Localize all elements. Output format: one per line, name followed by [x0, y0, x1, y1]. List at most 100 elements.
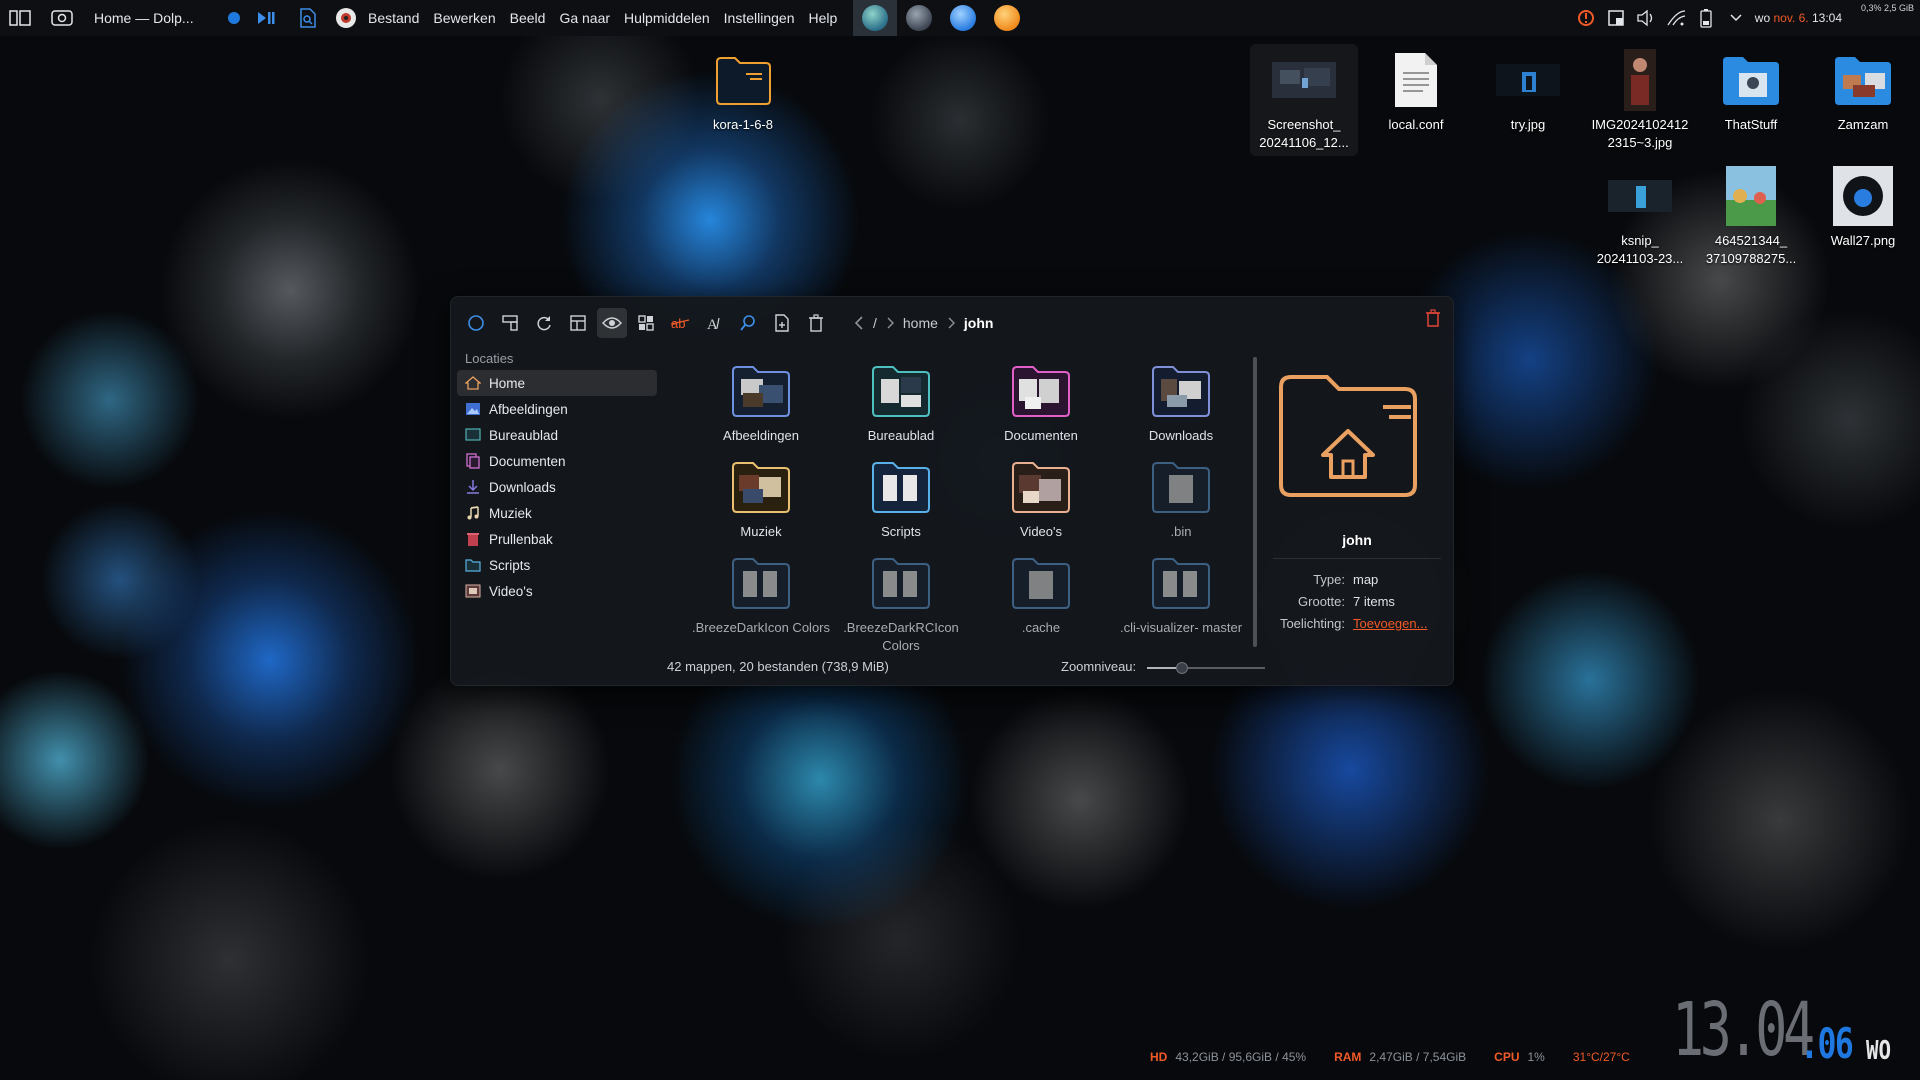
record-dot-icon[interactable] — [222, 6, 246, 30]
camera-app-icon[interactable] — [334, 6, 358, 30]
menu-ga-naar[interactable]: Ga naar — [559, 10, 610, 26]
delete-icon[interactable] — [801, 308, 831, 338]
sidebar-item-scripts[interactable]: Scripts — [457, 552, 657, 578]
sidebar-item-muziek[interactable]: Muziek — [457, 500, 657, 526]
search-document-icon[interactable] — [296, 6, 320, 30]
cpu-label: CPU — [1494, 1050, 1520, 1064]
task-dolphin-icon[interactable] — [853, 0, 898, 36]
show-hidden-eye-icon[interactable] — [597, 308, 627, 338]
desktop-icon[interactable]: ThatStuff — [1701, 48, 1801, 134]
file-item[interactable]: Bureaublad — [831, 363, 971, 445]
zoom-slider[interactable] — [1147, 662, 1265, 674]
reload-icon[interactable] — [529, 308, 559, 338]
ram-value: 2,47GiB / 7,54GiB — [1369, 1050, 1467, 1064]
digital-clock[interactable]: wo nov. 6. 13:04 — [1755, 11, 1842, 25]
clock-date: nov. 6. — [1773, 11, 1809, 25]
sidebar-item-prullenbak[interactable]: Prullenbak — [457, 526, 657, 552]
file-item[interactable]: .BreezeDarkIcon Colors — [691, 555, 831, 637]
font-icon[interactable]: A — [699, 308, 729, 338]
menu-beeld[interactable]: Beeld — [510, 10, 546, 26]
task-browser-icon[interactable] — [985, 0, 1029, 36]
icon-view-icon[interactable] — [631, 308, 661, 338]
menu-instellingen[interactable]: Instellingen — [724, 10, 795, 26]
network-icon[interactable] — [1665, 7, 1687, 29]
menu-hulpmiddelen[interactable]: Hulpmiddelen — [624, 10, 710, 26]
battery-icon[interactable] — [1695, 7, 1717, 29]
trash-button[interactable] — [1425, 309, 1441, 332]
desktop-icon[interactable]: try.jpg — [1478, 48, 1578, 134]
file-item[interactable]: .BreezeDarkRCIcon Colors — [831, 555, 971, 655]
new-file-icon[interactable] — [767, 308, 797, 338]
file-item[interactable]: Muziek — [691, 459, 831, 541]
update-notifier-icon[interactable] — [1575, 7, 1597, 29]
desktop-icon[interactable]: Zamzam — [1813, 48, 1913, 134]
desktop-icon-label: 464521344_ 37109788275... — [1705, 233, 1797, 266]
desktop-icon[interactable]: kora-1-6-8 — [693, 48, 793, 134]
breadcrumb-root[interactable]: / — [873, 315, 877, 331]
info-row-comment: Toelichting: Toevoegen... — [1273, 613, 1441, 635]
folder-icon — [1831, 48, 1895, 112]
task-settings-icon[interactable] — [897, 0, 941, 36]
desktop-icon[interactable]: Screenshot_ 20241106_12... — [1250, 44, 1358, 156]
desktop-icon-label: ThatStuff — [1724, 117, 1778, 132]
clock-day: wo — [1754, 11, 1771, 25]
sidebar-item-downloads[interactable]: Downloads — [457, 474, 657, 500]
task-discover-icon[interactable] — [941, 0, 985, 36]
file-item[interactable]: .bin — [1111, 459, 1251, 541]
info-row-size: Grootte: 7 items — [1298, 594, 1395, 609]
desktop-icon[interactable]: local.conf — [1366, 48, 1466, 134]
sidebar-item-label: Afbeeldingen — [489, 401, 568, 417]
pictures-folder-icon — [732, 366, 790, 417]
chevron-right-icon — [887, 317, 894, 329]
chevron-down-icon[interactable] — [1725, 7, 1747, 29]
sidebar-item-home[interactable]: Home — [457, 370, 657, 396]
sidebar-item-bureaublad[interactable]: Bureaublad — [457, 422, 657, 448]
panel-layout-icon[interactable] — [563, 308, 593, 338]
file-item[interactable]: Scripts — [831, 459, 971, 541]
menu-bestand[interactable]: Bestand — [368, 10, 419, 26]
app-launcher-icon[interactable] — [8, 6, 32, 30]
videos-folder-icon — [1012, 462, 1070, 513]
file-item[interactable]: Afbeeldingen — [691, 363, 831, 445]
music-icon — [467, 506, 479, 520]
breadcrumb-home[interactable]: home — [903, 315, 938, 331]
svg-text:A: A — [707, 317, 718, 332]
info-name: john — [1342, 532, 1372, 548]
screenshot-icon[interactable] — [50, 6, 74, 30]
desktop-icon[interactable]: IMG2024102412 2315~3.jpg — [1590, 48, 1690, 152]
sidebar-item-documenten[interactable]: Documenten — [457, 448, 657, 474]
rename-icon[interactable]: ab — [665, 308, 695, 338]
file-item[interactable]: Video's — [971, 459, 1111, 541]
desktop-icon-label: try.jpg — [1510, 117, 1546, 132]
volume-icon[interactable] — [1635, 7, 1657, 29]
desktop-icon-label: kora-1-6-8 — [713, 117, 773, 132]
menu-bewerken[interactable]: Bewerken — [433, 10, 495, 26]
file-item[interactable]: .cli-visualizer- master — [1111, 555, 1251, 637]
desktop-icon[interactable]: Wall27.png — [1813, 164, 1913, 250]
zoom-slider-handle[interactable] — [1176, 662, 1189, 674]
breadcrumb-current[interactable]: john — [964, 315, 994, 331]
desktop-icon[interactable]: 464521344_ 37109788275... — [1701, 164, 1801, 268]
cpu-usage-text: 0,3% — [1860, 3, 1882, 13]
split-view-icon[interactable] — [495, 308, 525, 338]
file-item[interactable]: .cache — [971, 555, 1111, 637]
desktop-icon[interactable]: ksnip_ 20241103-23... — [1590, 164, 1690, 268]
file-name: .BreezeDarkIcon Colors — [692, 620, 830, 635]
sidebar-item-afbeeldingen[interactable]: Afbeeldingen — [457, 396, 657, 422]
file-view-scrollbar[interactable] — [1253, 357, 1257, 647]
folder-icon — [1012, 558, 1070, 609]
circle-icon[interactable] — [461, 308, 491, 338]
sidebar-item-videos[interactable]: Video's — [457, 578, 657, 604]
download-icon — [467, 480, 479, 494]
file-item[interactable]: Downloads — [1111, 363, 1251, 445]
window-title[interactable]: Home — Dolp... — [94, 10, 204, 26]
folder-icon — [711, 48, 775, 112]
back-chevron-icon[interactable] — [853, 315, 865, 331]
file-item[interactable]: Documenten — [971, 363, 1111, 445]
clipboard-icon[interactable] — [1605, 7, 1627, 29]
menu-help[interactable]: Help — [808, 10, 837, 26]
search-icon[interactable] — [733, 308, 763, 338]
play-pause-icon[interactable] — [254, 6, 278, 30]
toolbar: ab A / home john — [451, 297, 1453, 349]
add-comment-link[interactable]: Toevoegen... — [1353, 613, 1427, 635]
